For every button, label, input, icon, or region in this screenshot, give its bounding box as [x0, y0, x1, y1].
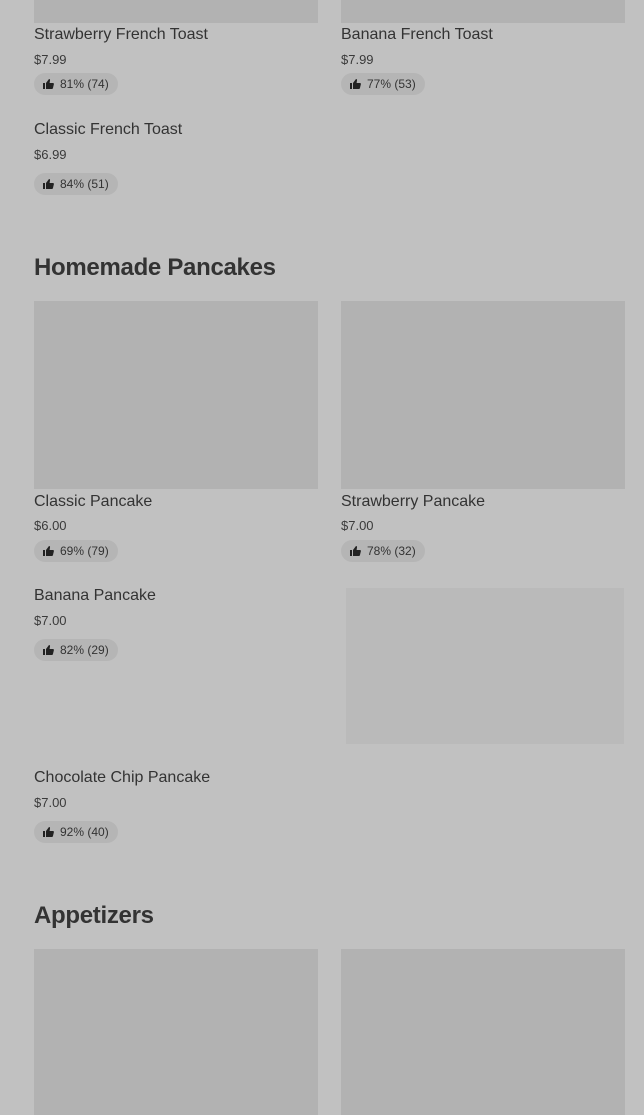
rating-badge: 82% (29): [34, 639, 118, 661]
thumbs-up-icon: [43, 645, 54, 655]
item-name: Classic Pancake: [34, 493, 153, 510]
item-name: Classic French Toast: [34, 121, 183, 138]
menu-item-card[interactable]: [34, 949, 318, 1115]
item-price: $7.00: [34, 795, 67, 810]
menu-item-card[interactable]: Banana Pancake $7.00 82% (29): [34, 584, 318, 664]
item-name: Strawberry Pancake: [341, 493, 486, 510]
thumbs-up-icon: [43, 546, 54, 556]
item-name: Strawberry French Toast: [34, 26, 208, 43]
rating-badge: 77% (53): [341, 73, 425, 95]
menu-item-card[interactable]: Classic Pancake $6.00 69% (79): [34, 301, 318, 565]
thumbs-up-icon: [43, 179, 54, 189]
thumbs-up-icon: [350, 546, 361, 556]
item-price: $7.99: [341, 52, 374, 67]
item-name: Banana Pancake: [34, 587, 156, 604]
menu-item-card[interactable]: Strawberry Pancake $7.00 78% (32): [341, 301, 625, 565]
item-image: [34, 301, 318, 489]
item-image-placeholder: [346, 588, 624, 744]
thumbs-up-icon: [43, 827, 54, 837]
rating-badge: 69% (79): [34, 540, 118, 562]
menu-item-card[interactable]: Classic French Toast $6.99 84% (51): [34, 118, 318, 198]
item-price: $6.99: [34, 147, 67, 162]
menu-item-card[interactable]: Banana French Toast $7.99 77% (53): [341, 0, 625, 100]
item-price: $7.00: [341, 518, 374, 533]
item-name: Banana French Toast: [341, 26, 493, 43]
item-image: [341, 301, 625, 489]
rating-text: 81% (74): [60, 77, 109, 91]
item-image: [341, 949, 625, 1115]
item-image: [34, 949, 318, 1115]
rating-badge: 81% (74): [34, 73, 118, 95]
rating-text: 84% (51): [60, 177, 109, 191]
rating-text: 78% (32): [367, 544, 416, 558]
rating-badge: 78% (32): [341, 540, 425, 562]
rating-text: 82% (29): [60, 643, 109, 657]
rating-text: 69% (79): [60, 544, 109, 558]
item-price: $6.00: [34, 518, 67, 533]
section-heading-pancakes: Homemade Pancakes: [34, 254, 276, 281]
thumbs-up-icon: [350, 79, 361, 89]
item-image: [341, 0, 625, 23]
item-name: Chocolate Chip Pancake: [34, 769, 211, 786]
rating-badge: 92% (40): [34, 821, 118, 843]
thumbs-up-icon: [43, 79, 54, 89]
menu-item-card[interactable]: Chocolate Chip Pancake $7.00 92% (40): [34, 766, 318, 846]
rating-text: 92% (40): [60, 825, 109, 839]
item-price: $7.00: [34, 613, 67, 628]
rating-text: 77% (53): [367, 77, 416, 91]
item-price: $7.99: [34, 52, 67, 67]
rating-badge: 84% (51): [34, 173, 118, 195]
menu-item-card[interactable]: [341, 949, 625, 1115]
section-heading-appetizers: Appetizers: [34, 902, 154, 929]
item-image: [34, 0, 318, 23]
menu-item-card[interactable]: Strawberry French Toast $7.99 81% (74): [34, 0, 318, 100]
